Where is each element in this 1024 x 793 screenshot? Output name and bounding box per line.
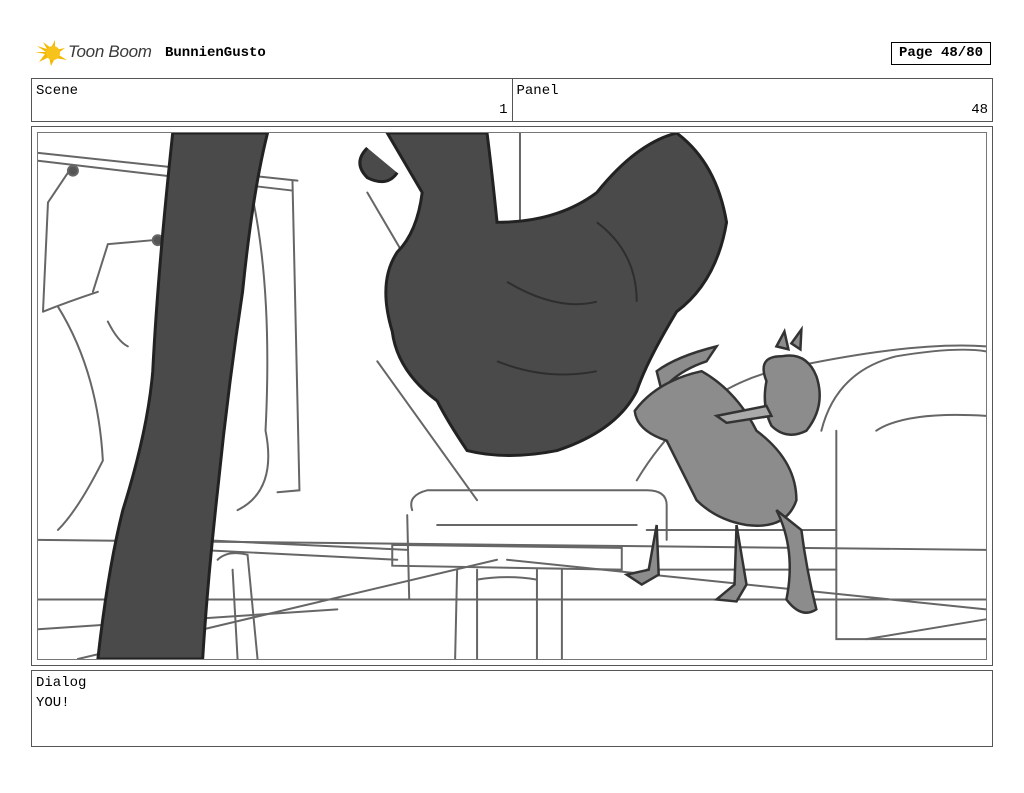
brand-name: Toon Boom	[68, 42, 152, 61]
dialog-box: Dialog YOU!	[31, 670, 993, 747]
panel-number: 48	[971, 102, 988, 118]
panel-cell: Panel 48	[511, 79, 993, 121]
logo-burst-icon	[35, 40, 67, 66]
page-indicator: Page 48/80	[891, 42, 991, 65]
project-title: BunnienGusto	[165, 45, 266, 61]
storyboard-sketch	[38, 133, 986, 659]
scene-panel-row: Scene 1 Panel 48	[31, 78, 993, 122]
scene-label: Scene	[36, 83, 79, 99]
scene-number: 1	[499, 102, 508, 118]
panel-label: Panel	[516, 83, 559, 99]
dialog-label: Dialog	[36, 675, 87, 691]
storyboard-panel	[31, 126, 993, 666]
dialog-text: YOU!	[36, 695, 70, 711]
panel-drawing	[37, 132, 987, 660]
scene-cell: Scene 1	[32, 79, 512, 121]
